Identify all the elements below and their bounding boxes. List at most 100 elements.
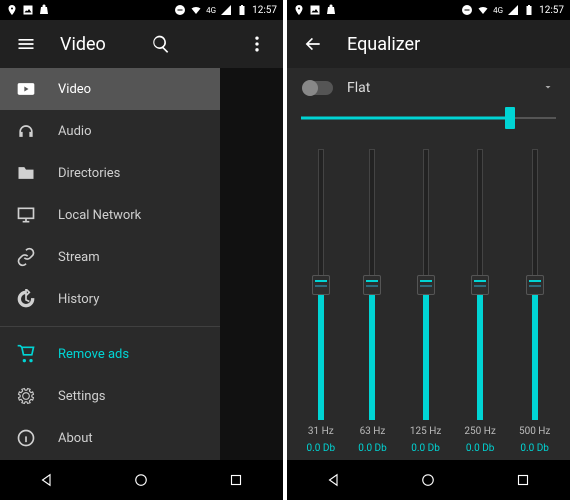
search-button[interactable] [147, 30, 175, 58]
band-250hz: 250 Hz 0.0 Db [464, 149, 495, 454]
drawer-item-directories[interactable]: Directories [0, 152, 220, 194]
headphones-icon [16, 121, 36, 141]
app-title: Equalizer [347, 34, 558, 55]
clock: 12:57 [252, 5, 277, 16]
phone-left: 4G 12:57 Video Video Audio [0, 0, 283, 500]
drawer-label: Video [58, 82, 91, 97]
app-bar: Video [0, 20, 283, 68]
drawer-item-local-network[interactable]: Local Network [0, 194, 220, 236]
preset-dropdown[interactable]: Flat [347, 80, 528, 96]
band-db: 0.0 Db [307, 443, 336, 454]
equalizer-panel: Flat 31 Hz 0.0 Db 63 Hz [287, 68, 570, 460]
eq-toggle[interactable] [303, 81, 333, 95]
drawer-item-video[interactable]: Video [0, 68, 220, 110]
home-button[interactable] [414, 466, 442, 494]
status-bar: 4G 12:57 [0, 0, 283, 20]
wifi-icon [477, 4, 489, 16]
location-icon [6, 4, 18, 16]
network-label: 4G [493, 6, 503, 15]
arrow-back-icon [303, 34, 323, 54]
band-freq: 250 Hz [464, 426, 495, 437]
bag-icon [38, 4, 50, 16]
sliders-icon [199, 34, 219, 54]
drawer-item-stream[interactable]: Stream [0, 236, 220, 278]
clock: 12:57 [539, 5, 564, 16]
folder-icon [16, 163, 36, 183]
preamp-thumb[interactable] [505, 107, 515, 129]
search-icon [151, 34, 171, 54]
band-db: 0.0 Db [520, 443, 549, 454]
drawer-label: About [58, 431, 93, 446]
circle-home-icon [132, 471, 150, 489]
drawer-item-audio[interactable]: Audio [0, 110, 220, 152]
band-slider[interactable] [312, 149, 330, 420]
drawer-label: Local Network [58, 208, 141, 223]
cart-icon [16, 344, 36, 364]
band-thumb[interactable] [471, 275, 489, 295]
band-slider[interactable] [417, 149, 435, 420]
battery-icon [236, 4, 248, 16]
band-slider[interactable] [526, 149, 544, 420]
divider [0, 326, 220, 327]
band-thumb[interactable] [363, 275, 381, 295]
back-button[interactable] [33, 466, 61, 494]
band-slider[interactable] [363, 149, 381, 420]
drawer-label: History [58, 292, 99, 307]
app-bar: Equalizer [287, 20, 570, 68]
band-thumb[interactable] [417, 275, 435, 295]
eq-bands: 31 Hz 0.0 Db 63 Hz 0.0 Db 125 Hz 0.0 Db [295, 143, 562, 454]
dnd-icon [174, 4, 186, 16]
gear-icon [16, 386, 36, 406]
preamp-slider[interactable] [301, 107, 556, 129]
bag-icon [325, 4, 337, 16]
battery-icon [523, 4, 535, 16]
band-db: 0.0 Db [411, 443, 440, 454]
recents-button[interactable] [509, 466, 537, 494]
info-icon [16, 428, 36, 448]
drawer-item-history[interactable]: History [0, 278, 220, 320]
band-freq: 500 Hz [519, 426, 550, 437]
band-31hz: 31 Hz 0.0 Db [307, 149, 336, 454]
monitor-icon [16, 205, 36, 225]
location-icon [293, 4, 305, 16]
network-label: 4G [206, 6, 216, 15]
drawer-item-settings[interactable]: Settings [0, 375, 220, 417]
square-recents-icon [514, 471, 532, 489]
band-slider[interactable] [471, 149, 489, 420]
band-63hz: 63 Hz 0.0 Db [358, 149, 387, 454]
triangle-back-icon [325, 471, 343, 489]
filter-button[interactable] [195, 30, 223, 58]
system-nav [287, 460, 570, 500]
status-bar: 4G 12:57 [287, 0, 570, 20]
recents-button[interactable] [222, 466, 250, 494]
home-button[interactable] [127, 466, 155, 494]
signal-icon [220, 4, 232, 16]
back-button[interactable] [320, 466, 348, 494]
band-freq: 31 Hz [308, 426, 334, 437]
system-nav [0, 460, 283, 500]
band-thumb[interactable] [312, 275, 330, 295]
drawer-label: Settings [58, 389, 105, 404]
overflow-button[interactable] [243, 30, 271, 58]
triangle-back-icon [38, 471, 56, 489]
drawer-label: Audio [58, 124, 91, 139]
dropdown-arrow[interactable] [542, 78, 554, 97]
dnd-icon [461, 4, 473, 16]
wifi-icon [190, 4, 202, 16]
play-rect-icon [16, 79, 36, 99]
drawer-item-about[interactable]: About [0, 417, 220, 459]
app-title: Video [60, 34, 127, 55]
history-icon [16, 289, 36, 309]
image-icon [22, 4, 34, 16]
band-freq: 63 Hz [360, 426, 386, 437]
drawer-item-remove-ads[interactable]: Remove ads [0, 333, 220, 375]
drawer-label: Remove ads [58, 347, 129, 362]
drawer-label: Directories [58, 166, 120, 181]
image-icon [309, 4, 321, 16]
menu-button[interactable] [12, 30, 40, 58]
chevron-down-icon [542, 81, 554, 93]
circle-home-icon [419, 471, 437, 489]
phone-right: 4G 12:57 Equalizer Flat [287, 0, 570, 500]
band-thumb[interactable] [526, 275, 544, 295]
back-button[interactable] [299, 30, 327, 58]
